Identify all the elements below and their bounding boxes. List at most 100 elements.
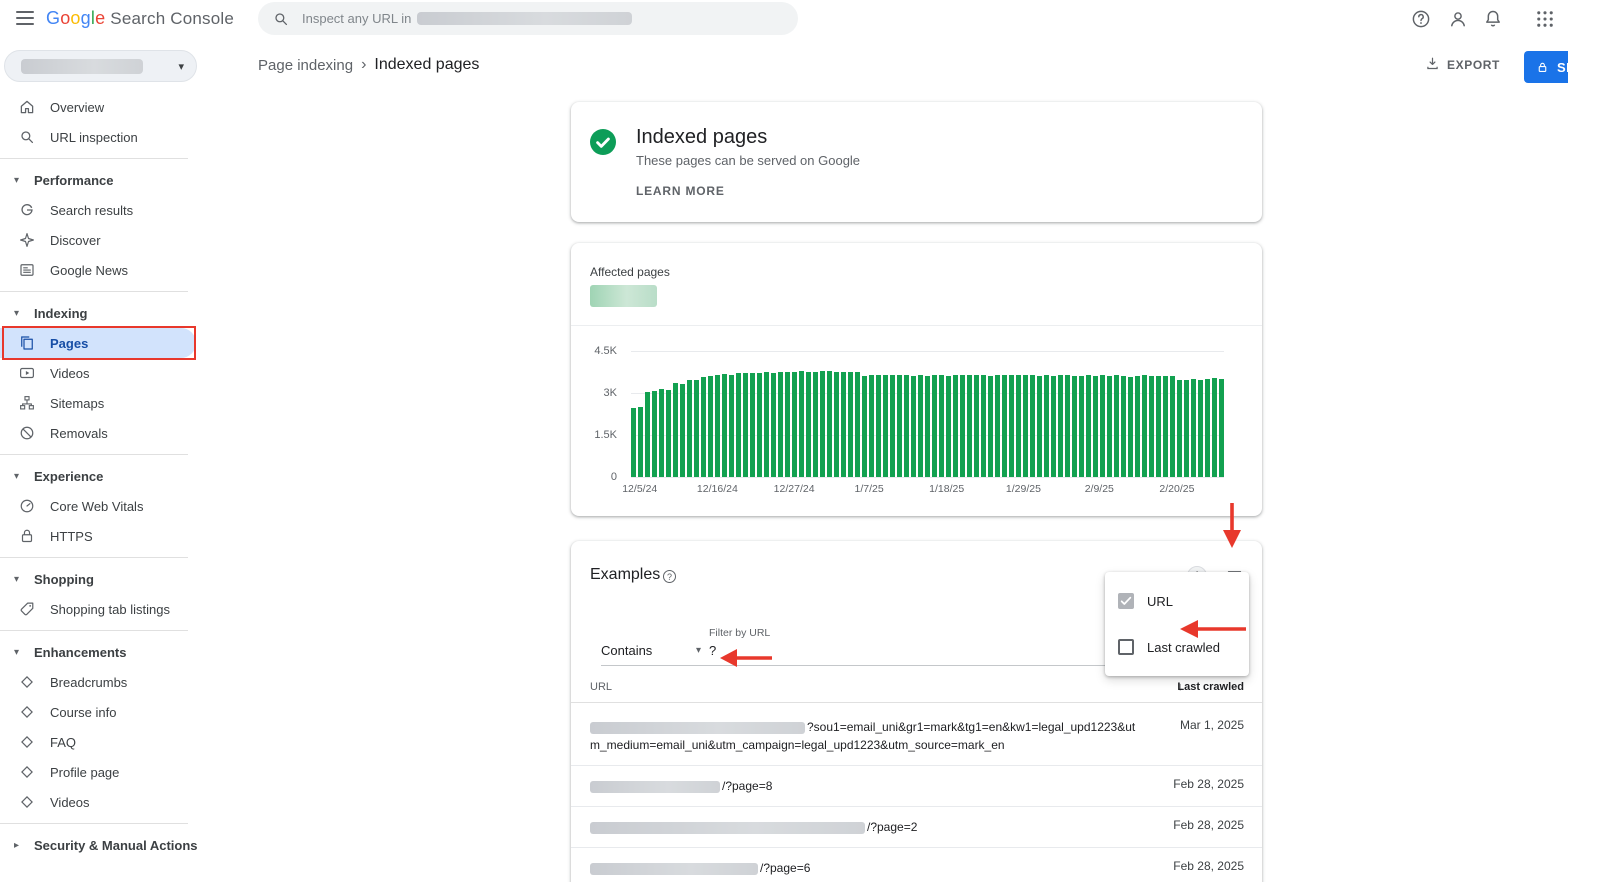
export-button[interactable]: EXPORT	[1424, 55, 1500, 75]
chart-bar[interactable]	[1142, 375, 1147, 477]
chart-bar[interactable]	[785, 372, 790, 477]
hamburger-menu-icon[interactable]	[16, 11, 34, 25]
chart-bar[interactable]	[890, 375, 895, 477]
google-apps-grid-icon[interactable]	[1534, 8, 1556, 30]
sidebar-item-pages[interactable]: Pages	[0, 328, 196, 358]
chart-bar[interactable]	[806, 372, 811, 477]
sidebar-item-profile-page[interactable]: Profile page	[0, 757, 256, 787]
chart-bar[interactable]	[932, 375, 937, 477]
chart-bar[interactable]	[764, 372, 769, 477]
chart-bar[interactable]	[1107, 376, 1112, 477]
property-selector[interactable]: ▾	[4, 50, 197, 82]
chart-bar[interactable]	[974, 375, 979, 477]
chart-bar[interactable]	[876, 375, 881, 477]
sidebar-item-search-results[interactable]: Search results	[0, 195, 256, 225]
chart-bar[interactable]	[687, 380, 692, 477]
chart-bar[interactable]	[1219, 379, 1224, 477]
chart-bar[interactable]	[659, 389, 664, 477]
chart-bar[interactable]	[918, 375, 923, 477]
chart-bar[interactable]	[701, 377, 706, 477]
chart-bar[interactable]	[638, 407, 643, 477]
chart-bar[interactable]	[834, 372, 839, 477]
table-row[interactable]: /?page=8Feb 28, 2025	[571, 766, 1262, 807]
chart-bar[interactable]	[1030, 375, 1035, 477]
chart-bar[interactable]	[848, 372, 853, 477]
app-logo[interactable]: GoogleSearch Console	[46, 8, 234, 29]
chart-bar[interactable]	[1079, 376, 1084, 477]
chart-bar[interactable]	[708, 376, 713, 477]
sidebar-item-videos[interactable]: Videos	[0, 358, 256, 388]
chart-bar[interactable]	[946, 376, 951, 477]
chart-bar[interactable]	[813, 372, 818, 477]
chart-bar[interactable]	[673, 383, 678, 477]
chart-bar[interactable]	[1065, 375, 1070, 477]
chart-bar[interactable]	[841, 372, 846, 477]
chart-bar[interactable]	[1184, 380, 1189, 477]
chart-bar[interactable]	[1114, 375, 1119, 477]
sidebar-section-experience[interactable]: ▾Experience	[0, 461, 256, 491]
sidebar-item-core-web-vitals[interactable]: Core Web Vitals	[0, 491, 256, 521]
chart-bar[interactable]	[939, 375, 944, 477]
sidebar-item-google-news[interactable]: Google News	[0, 255, 256, 285]
chart-bar[interactable]	[771, 373, 776, 477]
chart-bar[interactable]	[792, 372, 797, 477]
chart-bar[interactable]	[1058, 375, 1063, 477]
chart-bar[interactable]	[855, 372, 860, 477]
table-row[interactable]: ?sou1=email_uni&gr1=mark&tg1=en&kw1=lega…	[571, 707, 1262, 766]
chart-bar[interactable]	[953, 375, 958, 477]
chart-bar[interactable]	[743, 373, 748, 477]
chart-bar[interactable]	[1156, 376, 1161, 477]
chart-bar[interactable]	[778, 372, 783, 477]
notifications-bell-icon[interactable]	[1482, 8, 1504, 30]
chart-bar[interactable]	[715, 375, 720, 477]
chart-bar[interactable]	[722, 374, 727, 477]
table-row[interactable]: /?page=6Feb 28, 2025	[571, 848, 1262, 882]
chart-bar[interactable]	[995, 375, 1000, 477]
chart-bar[interactable]	[960, 375, 965, 477]
chart-bar[interactable]	[1037, 376, 1042, 477]
chart-bar[interactable]	[1023, 375, 1028, 477]
table-row[interactable]: /?page=2Feb 28, 2025	[571, 807, 1262, 848]
help-circle-icon[interactable]: ?	[663, 570, 676, 583]
chart-bar[interactable]	[1212, 378, 1217, 477]
chart-bar[interactable]	[820, 371, 825, 477]
chart-bar[interactable]	[750, 373, 755, 477]
chart-bar[interactable]	[827, 371, 832, 477]
chart-bar[interactable]	[1191, 379, 1196, 477]
chart-bar[interactable]	[904, 375, 909, 477]
chart-bar[interactable]	[1100, 375, 1105, 477]
chart-bar[interactable]	[1149, 376, 1154, 477]
dropdown-option-url[interactable]: URL	[1105, 578, 1249, 624]
chart-bar[interactable]	[1051, 376, 1056, 477]
dropdown-option-last-crawled[interactable]: Last crawled	[1105, 624, 1249, 670]
chart-bar[interactable]	[694, 380, 699, 477]
chart-bar[interactable]	[757, 373, 762, 477]
sidebar-item-shopping-tab-listings[interactable]: Shopping tab listings	[0, 594, 256, 624]
chart-bar[interactable]	[883, 375, 888, 477]
chart-bar[interactable]	[666, 390, 671, 477]
chart-bar[interactable]	[1170, 376, 1175, 477]
chart-bar[interactable]	[729, 375, 734, 477]
sidebar-item-https[interactable]: HTTPS	[0, 521, 256, 551]
filter-value-input[interactable]: ?	[709, 643, 769, 658]
sidebar-item-course-info[interactable]: Course info	[0, 697, 256, 727]
sidebar-item-removals[interactable]: Removals	[0, 418, 256, 448]
chart-bar[interactable]	[1002, 375, 1007, 477]
chart-bar[interactable]	[1135, 376, 1140, 477]
chart-bar[interactable]	[1177, 380, 1182, 477]
learn-more-link[interactable]: LEARN MORE	[636, 184, 725, 198]
sidebar-section-indexing[interactable]: ▾Indexing	[0, 298, 256, 328]
chart-bar[interactable]	[1016, 375, 1021, 477]
breadcrumb-parent[interactable]: Page indexing	[258, 57, 353, 74]
filter-operator-select[interactable]: Contains ▾	[601, 643, 701, 658]
sidebar-item-url-inspection[interactable]: URL inspection	[0, 122, 256, 152]
chart-bar[interactable]	[631, 408, 636, 477]
sidebar-section-enhancements[interactable]: ▾Enhancements	[0, 637, 256, 667]
chart-bar[interactable]	[967, 375, 972, 477]
chart-bar[interactable]	[1205, 379, 1210, 477]
chart-bar[interactable]	[1086, 375, 1091, 477]
chart-bar[interactable]	[862, 376, 867, 477]
chart-bar[interactable]	[869, 375, 874, 477]
account-icon[interactable]	[1447, 8, 1469, 30]
chart-bar[interactable]	[1093, 376, 1098, 477]
